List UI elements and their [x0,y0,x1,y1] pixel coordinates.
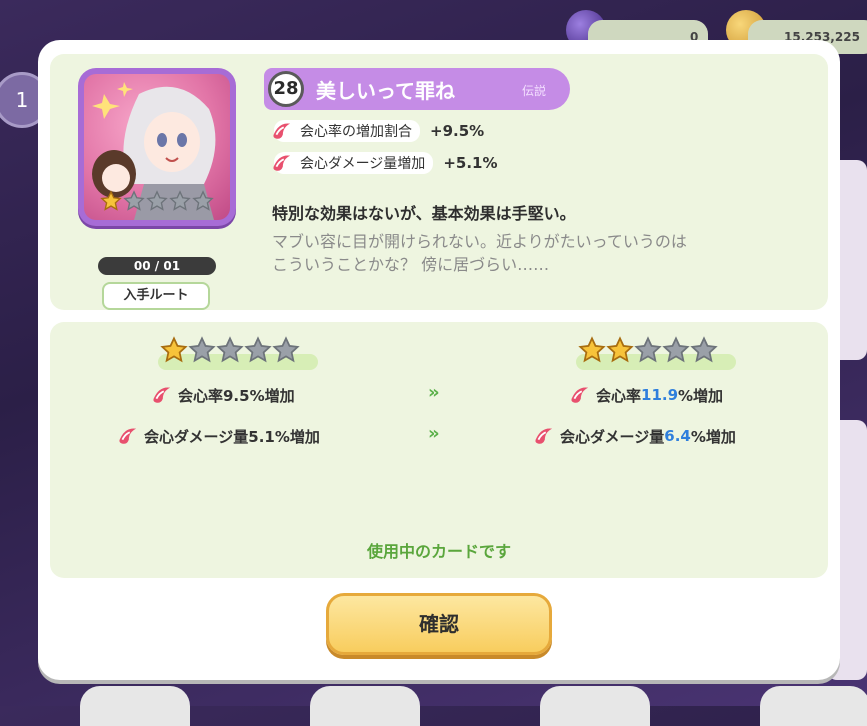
effect-description: 特別な効果はないが、基本効果は手堅い。 [272,204,576,223]
confirm-button[interactable]: 確認 [326,593,552,655]
card-art-frame [78,68,236,226]
card-count: 00 / 01 [98,257,216,275]
rarity-label: 伝説 [522,84,547,98]
crit-drop-icon [571,387,589,403]
arrow-right-icon: » [428,423,439,444]
flavor-line-1: マブい容に目が開けられない。近よりがたいっていうのは [272,232,687,251]
crit-drop-icon [273,123,291,139]
star-empty-icon [169,190,191,211]
star-empty-icon [192,190,214,211]
star-empty-icon [216,336,244,363]
next-star-rating [578,336,718,364]
star-filled-icon [578,336,606,363]
current-crit-rate-text: 会心率9.5%増加 [178,386,295,405]
star-filled-icon [100,190,122,211]
crit-drop-icon [273,155,291,171]
stat-label: 会心ダメージ量増加 [274,152,434,174]
stat-value: +9.5% [430,122,485,140]
star-empty-icon [188,336,216,363]
next-crit-damage-value: 6.4 [664,427,691,445]
star-empty-icon [272,336,300,363]
current-crit-rate: 会心率9.5%増加 [150,384,295,406]
card-art-image [84,74,230,220]
card-title-bar: 28 美しいって罪ね 伝説 [264,68,570,110]
stat-value: +5.1% [443,154,498,172]
star-empty-icon [146,190,168,211]
star-empty-icon [244,336,272,363]
bg-tab-3 [540,686,650,726]
next-crit-rate-suffix: %増加 [678,386,724,405]
upgrade-comparison-panel: 会心率9.5%増加 » 会心率 11.9 %増加 会心ダメージ量5.1%増加 » 会… [50,322,828,578]
card-title: 美しいって罪ね [316,79,455,103]
star-empty-icon [662,336,690,363]
next-crit-rate-prefix: 会心率 [596,386,642,405]
flavor-line-2: こういうことかな？ 傍に居づらい…… [272,255,550,274]
card-star-rating [100,190,214,212]
star-empty-icon [690,336,718,363]
crit-drop-icon [535,428,553,444]
level-badge: 28 [268,71,304,107]
next-crit-damage-prefix: 会心ダメージ量 [560,427,665,446]
current-crit-damage: 会心ダメージ量5.1%増加 [116,425,320,447]
star-empty-icon [634,336,662,363]
star-filled-icon [160,336,188,363]
bg-tab-1 [80,686,190,726]
next-crit-rate-value: 11.9 [641,386,679,404]
bg-tab-2 [310,686,420,726]
card-info-panel: 00 / 01 入手ルート 28 美しいって罪ね 伝説 会心率の増加割合 +9.… [50,54,828,310]
star-filled-icon [606,336,634,363]
in-use-status: 使用中のカードです [366,542,511,561]
crit-drop-icon [153,387,171,403]
crit-drop-icon [119,428,137,444]
next-crit-damage-suffix: %増加 [690,427,736,446]
current-crit-damage-text: 会心ダメージ量5.1%増加 [144,427,320,446]
stat-label: 会心率の増加割合 [274,120,420,142]
stat-row-crit-damage: 会心ダメージ量増加 +5.1% [270,152,497,174]
flavor-text: マブい容に目が開けられない。近よりがたいっていうのは こういうことかな？ 傍に居… [272,230,792,276]
bg-tab-4 [760,686,867,726]
arrow-right-icon: » [428,382,439,403]
acquisition-route-button[interactable]: 入手ルート [102,282,210,310]
star-empty-icon [123,190,145,211]
next-crit-rate: 会心率 11.9 %増加 [568,384,723,406]
next-crit-damage: 会心ダメージ量 6.4 %増加 [532,425,736,447]
current-star-rating [160,336,300,364]
stat-row-crit-rate: 会心率の増加割合 +9.5% [270,120,484,142]
card-detail-modal: ✕ [38,40,840,680]
